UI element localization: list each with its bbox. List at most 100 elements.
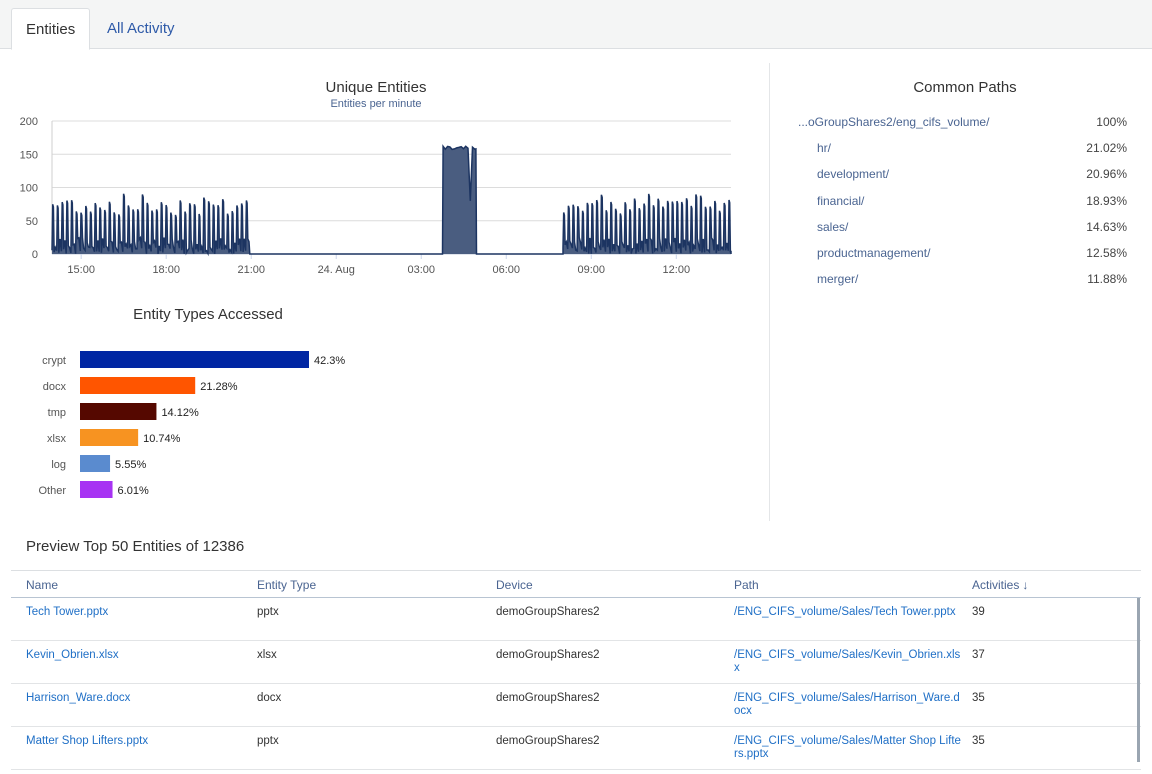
common-path-label: development/ (817, 167, 890, 182)
common-path-percent: 20.96% (1086, 167, 1127, 182)
y-tick-label: 50 (26, 216, 38, 228)
arrow-down-icon[interactable]: ↓ (1022, 578, 1028, 592)
common-path-item[interactable]: hr/21.02% (790, 138, 1135, 164)
x-tick-label: 24. Aug (318, 264, 355, 276)
series-line[interactable] (51, 144, 732, 257)
panel-divider (769, 63, 770, 521)
bar-docx[interactable] (80, 377, 196, 394)
entity-types-title: Entity Types Accessed (133, 306, 283, 323)
activities-cell: 39 (972, 606, 985, 618)
common-path-label: financial/ (817, 193, 865, 208)
entity-type-cell: docx (257, 692, 282, 704)
device-cell: demoGroupShares2 (496, 692, 600, 704)
path-link[interactable]: /ENG_CIFS_volume/Sales/Harrison_Ware.doc… (734, 692, 964, 718)
common-path-label: productmanagement/ (817, 245, 931, 260)
bar-category-label: log (51, 459, 66, 471)
tab-all-activity[interactable]: All Activity (93, 8, 189, 50)
common-path-label: sales/ (817, 219, 849, 234)
column-header-activities-label: Activities (972, 578, 1020, 592)
device-cell: demoGroupShares2 (496, 649, 600, 661)
column-header-name[interactable]: Name (26, 578, 58, 592)
bar-value-label: 21.28% (200, 381, 238, 393)
x-tick-label: 06:00 (493, 264, 521, 276)
entity-name-link[interactable]: Harrison_Ware.docx (26, 692, 130, 705)
entity-name-link[interactable]: Kevin_Obrien.xlsx (26, 649, 119, 662)
path-link[interactable]: /ENG_CIFS_volume/Sales/Matter Shop Lifte… (734, 735, 964, 761)
unique-entities-title: Unique Entities (325, 79, 427, 96)
bar-value-label: 5.55% (115, 459, 146, 471)
bar-other[interactable] (80, 481, 113, 498)
path-link[interactable]: /ENG_CIFS_volume/Sales/Kevin_Obrien.xlsx (734, 649, 964, 675)
entity-type-cell: xlsx (257, 649, 277, 661)
common-path-item[interactable]: financial/18.93% (790, 191, 1135, 217)
entities-table: Name Entity Type Device Path Activities ↓… (11, 570, 1141, 770)
table-row[interactable]: Tech Tower.pptx pptx demoGroupShares2/ENG_… (11, 598, 1141, 641)
column-header-path[interactable]: Path (734, 578, 964, 592)
y-tick-label: 0 (32, 249, 38, 261)
bar-xlsx[interactable] (80, 429, 139, 446)
x-tick-label: 21:00 (237, 264, 265, 276)
unique-entities-chart: 0 50 100 150 200 15:00 18:00 21:00 24. Aug 03:00 0… (20, 116, 732, 276)
bar-value-label: 6.01% (118, 485, 149, 497)
tab-entities[interactable]: Entities (11, 8, 91, 50)
bar-category-label: Other (38, 485, 66, 497)
common-paths-title: Common Paths (913, 79, 1017, 96)
bar-value-label: 14.12% (161, 407, 199, 419)
table-body: Tech Tower.pptx pptx demoGroupShares2/ENG_… (11, 598, 1141, 770)
bar-log[interactable] (80, 455, 111, 472)
common-path-percent: 11.88% (1087, 272, 1127, 287)
bar-value-label: 42.3% (314, 355, 345, 367)
common-path-item[interactable]: ...oGroupShares2/eng_cifs_volume/100% (790, 112, 1135, 138)
common-path-percent: 14.63% (1086, 219, 1127, 234)
entity-types-chart: crypt 42.3% docx 21.28% tmp 14.12% xlsx 10.74% l… (38, 351, 345, 498)
x-tick-label: 03:00 (407, 264, 435, 276)
common-path-percent: 21.02% (1086, 141, 1127, 156)
x-tick-label: 09:00 (578, 264, 606, 276)
bar-tmp[interactable] (80, 403, 157, 420)
table-row[interactable]: Harrison_Ware.docx docx demoGroupShares2/E… (11, 684, 1141, 727)
common-path-item[interactable]: merger/11.88% (790, 269, 1135, 295)
entity-name-link[interactable]: Tech Tower.pptx (26, 606, 108, 619)
common-path-item[interactable]: sales/14.63% (790, 217, 1135, 243)
common-path-percent: 100% (1096, 115, 1127, 129)
entity-type-cell: pptx (257, 606, 279, 618)
common-path-label: merger/ (817, 272, 859, 287)
preview-title: Preview Top 50 Entities of 12386 (26, 538, 245, 555)
table-header: Name Entity Type Device Path Activities ↓ (11, 570, 1141, 598)
y-tick-label: 100 (20, 183, 38, 195)
activities-cell: 37 (972, 649, 985, 661)
table-scrollbar[interactable] (1137, 598, 1140, 762)
bar-category-label: docx (43, 381, 67, 393)
activities-cell: 35 (972, 692, 985, 704)
bar-category-label: crypt (42, 355, 66, 367)
column-header-device[interactable]: Device (496, 578, 533, 592)
device-cell: demoGroupShares2 (496, 735, 600, 747)
column-header-entity-type[interactable]: Entity Type (257, 578, 316, 592)
table-row[interactable]: Kevin_Obrien.xlsx xlsx demoGroupShares2/EN… (11, 641, 1141, 684)
bar-crypt[interactable] (80, 351, 309, 368)
bar-category-label: xlsx (47, 433, 66, 445)
y-tick-label: 200 (20, 116, 38, 128)
common-paths-list: ...oGroupShares2/eng_cifs_volume/100% hr/… (790, 112, 1135, 295)
bar-category-label: tmp (48, 407, 66, 419)
x-tick-label: 18:00 (152, 264, 180, 276)
column-header-activities[interactable]: Activities ↓ (972, 578, 1028, 592)
common-path-item[interactable]: productmanagement/12.58% (790, 243, 1135, 269)
table-row[interactable]: Matter Shop Lifters.pptx pptx demoGroupSha… (11, 727, 1141, 770)
y-tick-label: 150 (20, 149, 38, 161)
common-path-label: ...oGroupShares2/eng_cifs_volume/ (798, 115, 990, 129)
common-path-percent: 12.58% (1086, 245, 1127, 260)
path-link[interactable]: /ENG_CIFS_volume/Sales/Tech Tower.pptx (734, 606, 964, 619)
entity-name-link[interactable]: Matter Shop Lifters.pptx (26, 735, 148, 748)
device-cell: demoGroupShares2 (496, 606, 600, 618)
x-tick-label: 15:00 (67, 264, 95, 276)
entity-type-cell: pptx (257, 735, 279, 747)
unique-entities-subtitle: Entities per minute (330, 98, 422, 110)
common-path-item[interactable]: development/20.96% (790, 164, 1135, 190)
bar-value-label: 10.74% (143, 433, 181, 445)
common-path-label: hr/ (817, 141, 832, 156)
common-path-percent: 18.93% (1086, 193, 1127, 208)
tab-bar: Entities All Activity (0, 0, 1152, 50)
x-tick-label: 12:00 (663, 264, 691, 276)
activities-cell: 35 (972, 735, 985, 747)
